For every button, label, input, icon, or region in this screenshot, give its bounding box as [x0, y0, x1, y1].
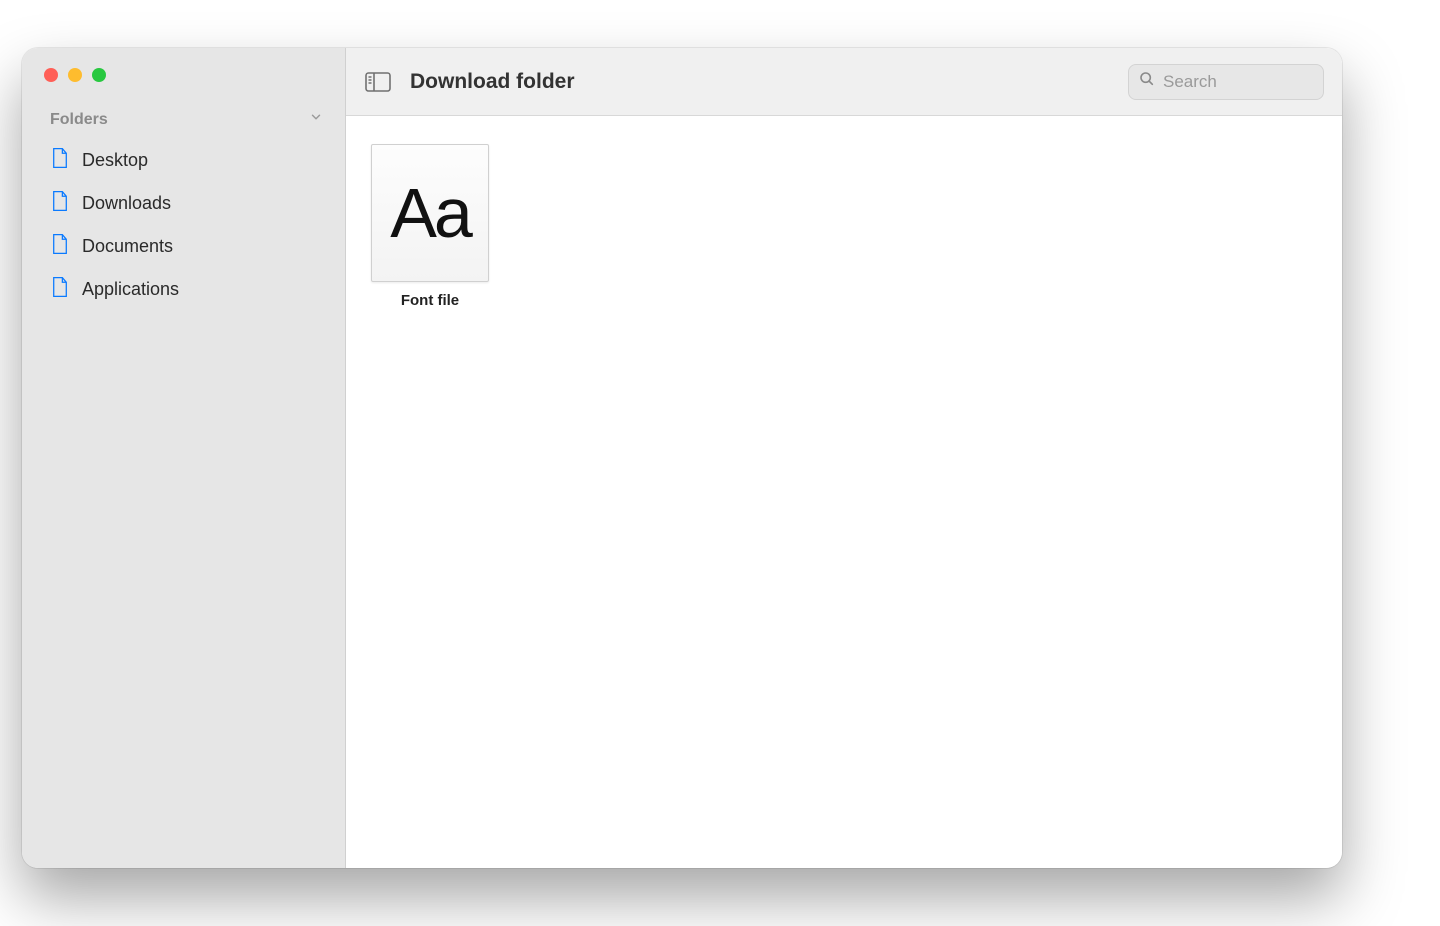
- file-item[interactable]: Aa Font file: [370, 144, 490, 309]
- sidebar-section-title: Folders: [50, 111, 108, 129]
- sidebar-item-desktop[interactable]: Desktop: [22, 139, 345, 182]
- sidebar: Folders Desktop Downloads: [22, 48, 346, 868]
- minimize-window-button[interactable]: [68, 68, 82, 82]
- font-file-icon: Aa: [371, 144, 489, 282]
- sidebar-item-label: Applications: [82, 279, 179, 300]
- sidebar-item-applications[interactable]: Applications: [22, 268, 345, 311]
- font-glyph: Aa: [390, 173, 470, 253]
- close-window-button[interactable]: [44, 68, 58, 82]
- page-title: Download folder: [410, 70, 575, 94]
- sidebar-section-header[interactable]: Folders: [22, 110, 345, 129]
- fullscreen-window-button[interactable]: [92, 68, 106, 82]
- document-icon: [50, 147, 70, 174]
- sidebar-item-label: Desktop: [82, 150, 148, 171]
- document-icon: [50, 190, 70, 217]
- search-input[interactable]: [1163, 72, 1313, 92]
- document-icon: [50, 233, 70, 260]
- chevron-down-icon: [309, 110, 323, 129]
- sidebar-item-label: Documents: [82, 236, 173, 257]
- sidebar-item-downloads[interactable]: Downloads: [22, 182, 345, 225]
- search-icon: [1139, 71, 1155, 92]
- main-panel: Download folder Aa Font file: [346, 48, 1342, 868]
- window-controls: [22, 68, 345, 110]
- file-label: Font file: [401, 292, 459, 309]
- document-icon: [50, 276, 70, 303]
- content-area: Aa Font file: [346, 116, 1342, 868]
- toolbar: Download folder: [346, 48, 1342, 116]
- sidebar-item-label: Downloads: [82, 193, 171, 214]
- sidebar-list: Desktop Downloads Documents Applications: [22, 139, 345, 311]
- finder-window: Folders Desktop Downloads: [22, 48, 1342, 868]
- sidebar-toggle-button[interactable]: [364, 70, 392, 94]
- search-field[interactable]: [1128, 64, 1324, 100]
- sidebar-item-documents[interactable]: Documents: [22, 225, 345, 268]
